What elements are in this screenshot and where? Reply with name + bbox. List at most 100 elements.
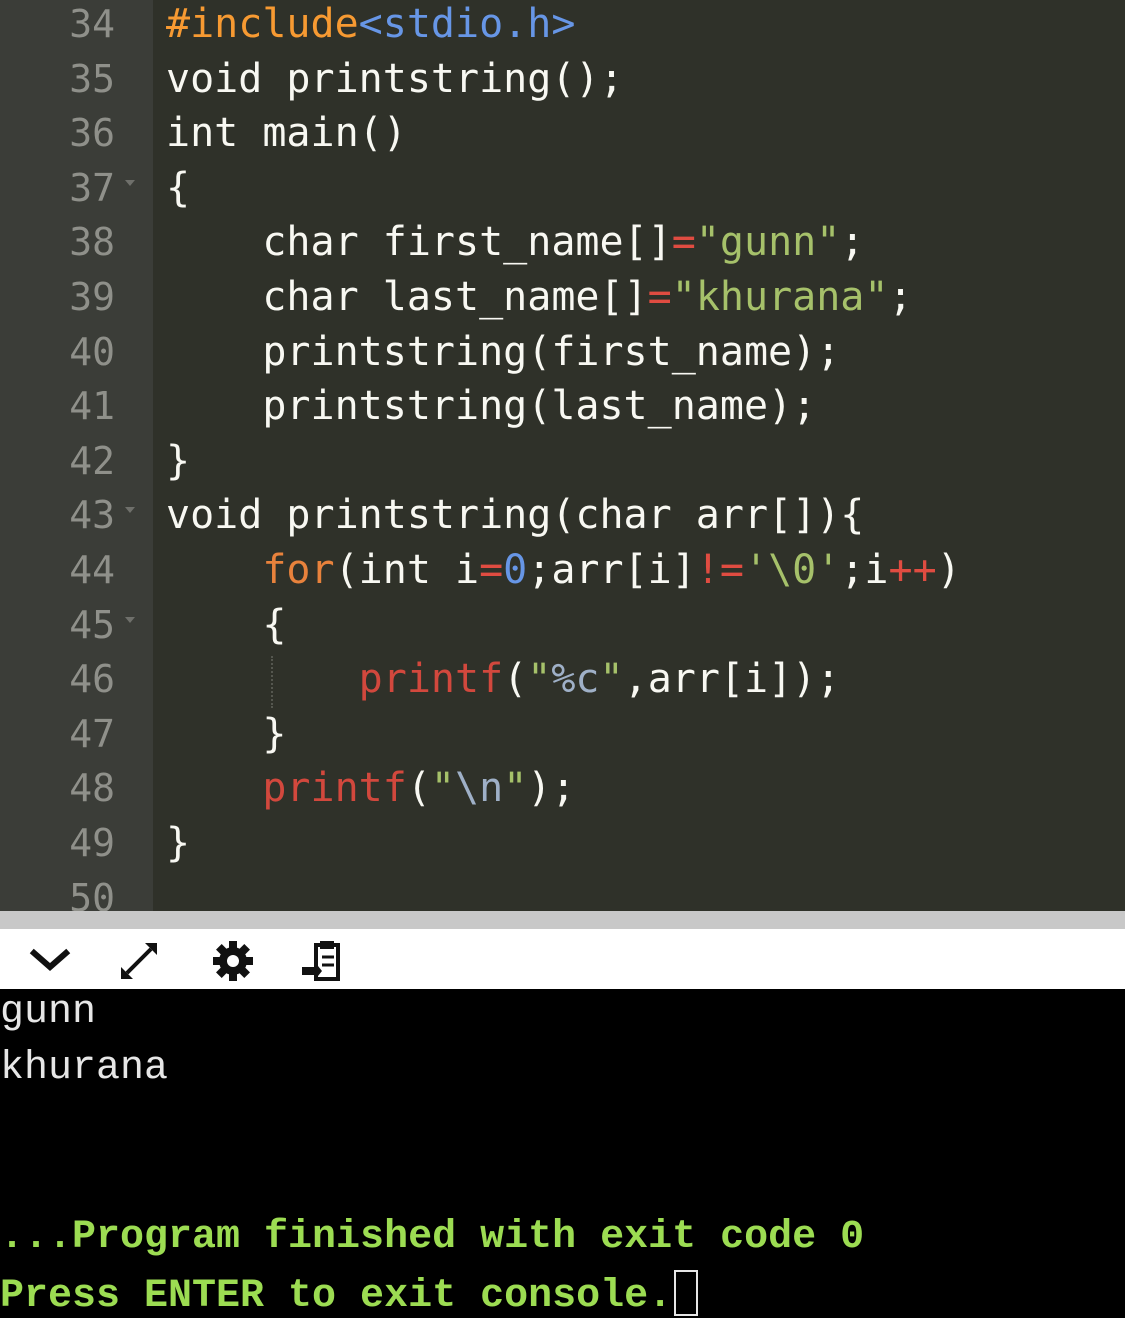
code-line[interactable]: 40 printstring(first_name); xyxy=(0,328,1125,383)
code-text: #include<stdio.h> xyxy=(166,0,575,48)
console-output-line: khurana xyxy=(0,1046,169,1091)
code-line[interactable]: 42} xyxy=(0,437,1125,492)
code-line[interactable]: 45 { xyxy=(0,601,1125,656)
code-token: void printstring(char arr[]){ xyxy=(166,492,865,539)
code-text: char last_name[]="khurana"; xyxy=(166,273,913,321)
line-number: 42 xyxy=(69,438,115,483)
code-token: (int i xyxy=(334,547,480,593)
code-token: ;i xyxy=(840,547,889,593)
line-number: 37 xyxy=(69,165,115,210)
code-token: " xyxy=(599,656,624,703)
code-text: for(int i=0;arr[i]!='\0';i++) xyxy=(166,546,961,594)
code-line[interactable]: 43 void printstring(char arr[]){ xyxy=(0,491,1125,546)
code-token: " xyxy=(503,765,528,812)
code-token: printf xyxy=(262,765,407,812)
code-token: ,arr[i]); xyxy=(623,656,841,703)
code-line[interactable]: 48 printf("\n"); xyxy=(0,764,1125,819)
console-toolbar xyxy=(0,929,1125,989)
line-number: 45 xyxy=(69,602,115,647)
exit-prompt-line: Press ENTER to exit console. xyxy=(0,1270,699,1318)
fold-arrow-icon[interactable] xyxy=(125,507,135,514)
code-token: char last_name[] xyxy=(166,274,648,320)
code-token: int main() xyxy=(166,110,407,157)
code-text: } xyxy=(166,819,190,867)
line-number: 49 xyxy=(69,821,115,865)
code-line[interactable]: 47 } xyxy=(0,710,1125,765)
code-token: = xyxy=(671,219,696,266)
expand-icon[interactable] xyxy=(117,939,161,983)
code-line[interactable]: 44 for(int i=0;arr[i]!='\0';i++) xyxy=(0,546,1125,601)
line-number: 43 xyxy=(69,493,115,538)
code-token: != xyxy=(695,547,745,593)
code-token: ; xyxy=(840,219,865,266)
code-line[interactable]: 49} xyxy=(0,819,1125,874)
code-text: { xyxy=(166,164,190,212)
line-number: 34 xyxy=(69,2,115,46)
code-token: char first_name[] xyxy=(166,219,672,266)
line-number: 38 xyxy=(69,220,115,265)
code-text: void printstring(char arr[]){ xyxy=(166,491,864,539)
code-token: ); xyxy=(527,765,576,812)
line-number: 35 xyxy=(69,56,115,101)
fold-arrow-icon[interactable] xyxy=(125,179,135,186)
fold-arrow-icon[interactable] xyxy=(125,616,135,623)
code-line[interactable]: 37 { xyxy=(0,164,1125,219)
console-output-line: gunn xyxy=(0,990,97,1035)
line-number: 44 xyxy=(69,548,115,592)
line-number: 50 xyxy=(69,875,115,911)
code-text: printf("\n"); xyxy=(166,764,575,812)
code-token: { xyxy=(166,164,191,211)
code-token: = xyxy=(479,547,504,593)
console-output[interactable]: gunn khurana ...Program finished with ex… xyxy=(0,989,1125,1318)
code-text: char first_name[]="gunn"; xyxy=(166,218,864,266)
line-number: 36 xyxy=(69,111,115,156)
code-token: { xyxy=(166,601,287,648)
code-text: int main() xyxy=(166,109,407,157)
code-token: #include xyxy=(166,1,359,47)
paste-icon[interactable] xyxy=(300,939,344,983)
code-text: } xyxy=(166,437,190,485)
indent-guide xyxy=(271,656,273,708)
code-token: %c xyxy=(551,656,600,703)
code-text: void printstring(); xyxy=(166,55,624,103)
code-line[interactable]: 39 char last_name[]="khurana"; xyxy=(0,273,1125,328)
line-number: 48 xyxy=(69,766,115,811)
code-line[interactable]: 35 void printstring(); xyxy=(0,55,1125,110)
code-token: " xyxy=(527,656,552,703)
exit-status-message: ...Program finished with exit code 0 xyxy=(0,1215,865,1260)
code-token: \n xyxy=(455,765,504,812)
line-number: 40 xyxy=(69,329,115,374)
code-line[interactable]: 38 char first_name[]="gunn"; xyxy=(0,218,1125,273)
gear-icon[interactable] xyxy=(211,939,255,983)
code-token: ;arr[i] xyxy=(527,547,696,593)
code-token: " xyxy=(430,765,456,812)
code-text: printstring(last_name); xyxy=(166,382,816,430)
code-token: ; xyxy=(888,274,913,320)
code-token: for xyxy=(262,547,335,593)
line-number: 47 xyxy=(69,711,115,756)
code-token: 0 xyxy=(503,547,528,593)
line-number: 46 xyxy=(69,657,115,702)
code-token: "khurana" xyxy=(671,274,889,320)
chevron-down-icon[interactable] xyxy=(28,939,72,983)
code-text: printf("%c",arr[i]); xyxy=(166,655,841,703)
code-line[interactable]: 41 printstring(last_name); xyxy=(0,382,1125,437)
code-token: <stdio.h> xyxy=(358,1,576,47)
exit-prompt-text: Press ENTER to exit console. xyxy=(0,1274,673,1318)
code-token: '\0' xyxy=(744,547,841,593)
code-token: ) xyxy=(936,547,961,593)
line-number: 41 xyxy=(69,384,115,429)
code-line[interactable]: 50 xyxy=(0,874,1125,911)
editor-console-splitter[interactable] xyxy=(0,911,1125,929)
code-text: } xyxy=(166,710,286,758)
code-editor[interactable]: 34 #include<stdio.h> 35 void printstring();… xyxy=(0,0,1125,911)
code-token: printf xyxy=(358,656,504,703)
code-token: ( xyxy=(406,765,431,812)
code-token: ++ xyxy=(888,547,937,593)
code-line[interactable]: 36 int main() xyxy=(0,109,1125,164)
code-token: printstring(last_name); xyxy=(166,383,817,430)
code-token: = xyxy=(647,274,672,320)
code-line[interactable]: 46 printf("%c",arr[i]); xyxy=(0,655,1125,710)
code-line[interactable]: 34 #include<stdio.h> xyxy=(0,0,1125,55)
